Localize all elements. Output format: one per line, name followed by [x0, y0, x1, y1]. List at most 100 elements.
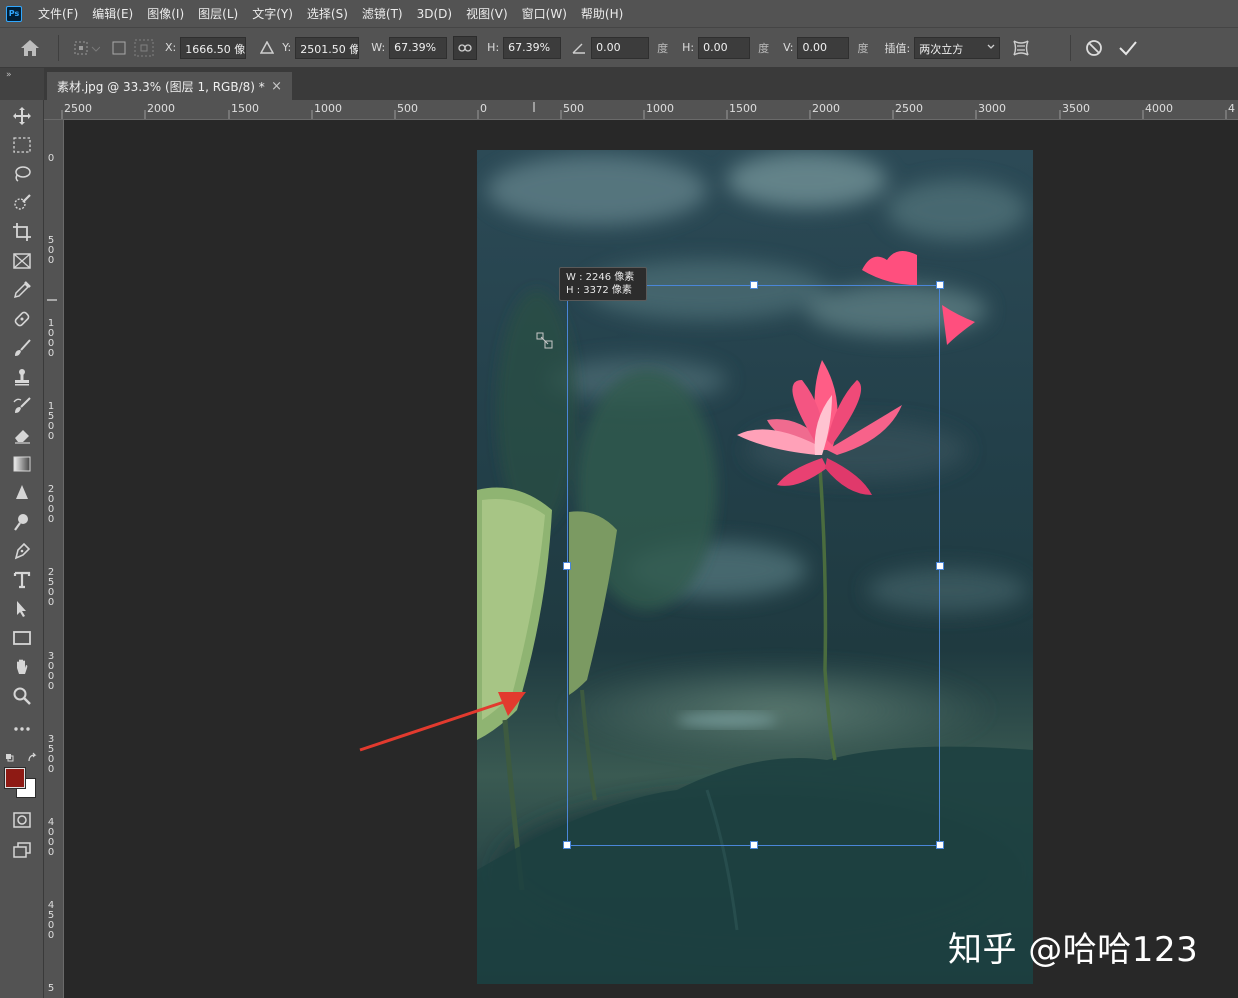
pen-tool-icon[interactable] — [9, 539, 35, 563]
healing-brush-tool-icon[interactable] — [9, 307, 35, 331]
photoshop-window: Ps 文件(F) 编辑(E) 图像(I) 图层(L) 文字(Y) 选择(S) 滤… — [0, 0, 1238, 998]
history-brush-tool-icon[interactable] — [9, 394, 35, 418]
clone-stamp-tool-icon[interactable] — [9, 365, 35, 389]
ruler-top-label: 2500 — [64, 102, 92, 115]
interpolation-label: 插值: — [884, 41, 911, 55]
reference-point-icon[interactable] — [67, 35, 107, 61]
transform-handle-bottom[interactable] — [750, 841, 758, 849]
menu-filter[interactable]: 滤镜(T) — [355, 5, 410, 22]
interpolation-select[interactable]: 两次立方 — [914, 36, 1001, 59]
ruler-top-label: 4000 — [1145, 102, 1173, 115]
menu-layer[interactable]: 图层(L) — [191, 5, 245, 22]
y-label: Y: — [282, 41, 292, 54]
x-field[interactable]: 1666.50 像 — [180, 36, 247, 59]
menu-edit[interactable]: 编辑(E) — [85, 5, 140, 22]
marquee-tool-icon[interactable] — [9, 133, 35, 157]
menu-3d[interactable]: 3D(D) — [410, 7, 459, 21]
ruler-top-label: 1500 — [231, 102, 259, 115]
transform-bounding-box[interactable] — [563, 281, 944, 849]
rectangle-tool-icon[interactable] — [9, 626, 35, 650]
menu-type[interactable]: 文字(Y) — [245, 5, 300, 22]
hand-tool-icon[interactable] — [9, 655, 35, 679]
crop-tool-icon[interactable] — [9, 220, 35, 244]
transform-handle-top[interactable] — [750, 281, 758, 289]
foreground-color-swatch[interactable] — [4, 767, 26, 789]
y-field[interactable]: 2501.50 像 — [295, 36, 360, 59]
warp-mode-icon[interactable] — [1006, 35, 1036, 61]
horizontal-ruler[interactable]: 2500 2000 1500 1000 500 0 500 1000 1500 … — [44, 100, 1238, 120]
document-tab-bar: » 素材.jpg @ 33.3% (图层 1, RGB/8) * × — [0, 68, 1238, 100]
relative-position-icon[interactable] — [252, 35, 282, 61]
menu-select[interactable]: 选择(S) — [300, 5, 355, 22]
reference-point-checkbox[interactable] — [107, 35, 131, 61]
toolbar-collapse-button[interactable]: » — [0, 68, 44, 100]
menu-file[interactable]: 文件(F) — [31, 5, 85, 22]
menu-view[interactable]: 视图(V) — [459, 5, 515, 22]
ruler-top-label: 2000 — [147, 102, 175, 115]
width-field[interactable]: 67.39% — [389, 36, 448, 59]
chevron-down-icon — [987, 41, 995, 56]
transform-handle-top-right[interactable] — [936, 281, 944, 289]
ruler-top-label: 1000 — [646, 102, 674, 115]
transform-size-tooltip: W : 2246 像素 H : 3372 像素 — [559, 267, 647, 301]
path-selection-tool-icon[interactable] — [9, 597, 35, 621]
color-swap-controls[interactable] — [5, 749, 39, 762]
menu-image[interactable]: 图像(I) — [140, 5, 191, 22]
transform-handle-bottom-left[interactable] — [563, 841, 571, 849]
vertical-ruler[interactable]: 0 500 1000 1500 2000 2500 3000 3500 4000… — [44, 120, 64, 998]
height-field[interactable]: 67.39% — [503, 36, 562, 59]
quick-mask-icon[interactable] — [9, 808, 35, 832]
ruler-top-label: 4 — [1228, 102, 1235, 115]
gradient-tool-icon[interactable] — [9, 452, 35, 476]
grid-reference-icon[interactable] — [131, 35, 157, 61]
w-label: W: — [371, 41, 386, 54]
ruler-top-label: 2500 — [895, 102, 923, 115]
options-bar: X: 1666.50 像 Y: 2501.50 像 W: 67.39% H: 6… — [0, 27, 1238, 68]
eraser-tool-icon[interactable] — [9, 423, 35, 447]
ruler-top-label: 1500 — [729, 102, 757, 115]
transform-handle-left[interactable] — [563, 562, 571, 570]
quick-selection-tool-icon[interactable] — [9, 191, 35, 215]
angle-field[interactable]: 0.00 — [591, 36, 650, 59]
hskew-label: H: — [682, 41, 695, 54]
dodge-tool-icon[interactable] — [9, 510, 35, 534]
menu-help[interactable]: 帮助(H) — [574, 5, 630, 22]
interpolation-value: 两次立方 — [919, 42, 964, 56]
h-label: H: — [487, 41, 500, 54]
more-tools-icon[interactable] — [9, 717, 35, 741]
red-arrow-annotation — [359, 692, 526, 752]
link-icon[interactable] — [453, 35, 478, 60]
lasso-tool-icon[interactable] — [9, 162, 35, 186]
type-tool-icon[interactable] — [9, 568, 35, 592]
ruler-top-label: 2000 — [812, 102, 840, 115]
tooltip-height: H : 3372 像素 — [566, 285, 632, 296]
move-tool-icon[interactable] — [9, 104, 35, 128]
screen-mode-icon[interactable] — [9, 838, 35, 862]
document-tab[interactable]: 素材.jpg @ 33.3% (图层 1, RGB/8) * × — [47, 72, 292, 100]
frame-tool-icon[interactable] — [9, 249, 35, 273]
vskew-label: V: — [783, 41, 794, 54]
scale-cursor-icon — [536, 332, 554, 350]
commit-transform-icon[interactable] — [1113, 35, 1143, 61]
zoom-tool-icon[interactable] — [9, 684, 35, 708]
canvas-area[interactable]: W : 2246 像素 H : 3372 像素 知乎 @哈哈123 — [64, 120, 1238, 998]
vskew-field[interactable]: 0.00 — [797, 36, 850, 59]
menu-window[interactable]: 窗口(W) — [515, 5, 574, 22]
ruler-top-label: 1000 — [314, 102, 342, 115]
brush-tool-icon[interactable] — [9, 336, 35, 360]
eyedropper-tool-icon[interactable] — [9, 278, 35, 302]
hskew-field[interactable]: 0.00 — [698, 36, 751, 59]
transform-handle-right[interactable] — [936, 562, 944, 570]
tools-panel — [0, 100, 44, 998]
blur-tool-icon[interactable] — [9, 481, 35, 505]
angle-unit: 度 — [657, 41, 669, 55]
menu-bar: Ps 文件(F) 编辑(E) 图像(I) 图层(L) 文字(Y) 选择(S) 滤… — [0, 0, 1238, 27]
transform-handle-bottom-right[interactable] — [936, 841, 944, 849]
collapse-icon: » — [6, 70, 12, 80]
cancel-transform-icon[interactable] — [1079, 35, 1109, 61]
close-tab-icon[interactable]: × — [271, 79, 282, 94]
ruler-top-label: 0 — [480, 102, 487, 115]
home-icon[interactable] — [10, 35, 50, 61]
zhihu-watermark: 知乎 @哈哈123 — [948, 930, 1199, 970]
x-label: X: — [165, 41, 177, 54]
